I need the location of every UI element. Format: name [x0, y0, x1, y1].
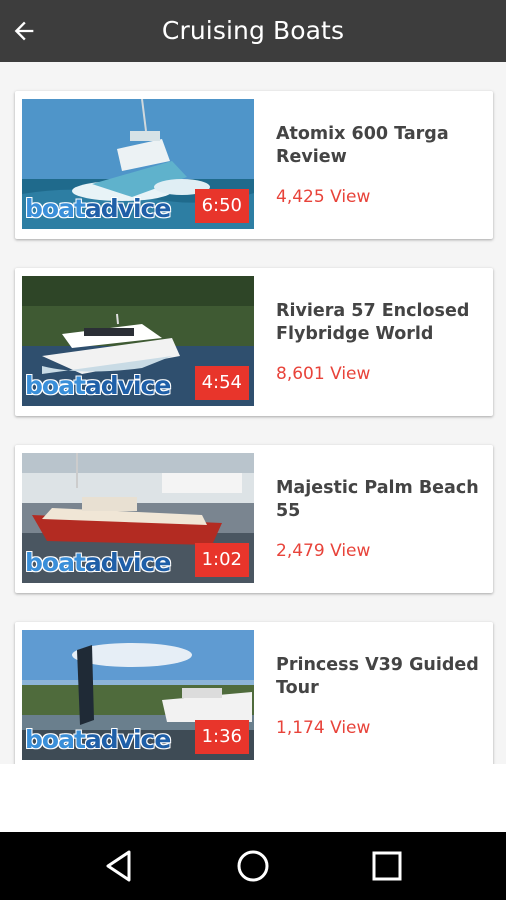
brand-watermark: boatadvice — [25, 548, 171, 577]
duration-badge: 4:54 — [194, 366, 249, 400]
video-title: Princess V39 Guided Tour — [276, 655, 479, 698]
view-count: 2,479 View — [276, 541, 371, 561]
view-count: 1,174 View — [276, 718, 371, 738]
video-card[interactable]: boatadvice 1:36 Princess V39 Guided Tour… — [15, 622, 493, 764]
video-thumbnail: boatadvice 1:36 — [22, 630, 254, 760]
nav-back-button[interactable] — [99, 846, 139, 886]
triangle-back-icon — [106, 850, 131, 882]
video-thumbnail: boatadvice 6:50 — [22, 99, 254, 229]
video-title: Riviera 57 Enclosed Flybridge World Debu — [276, 301, 470, 344]
duration-badge: 1:02 — [194, 543, 249, 577]
brand-watermark: boatadvice — [25, 194, 171, 223]
video-card[interactable]: boatadvice 6:50 Atomix 600 Targa Review … — [15, 91, 493, 239]
app-bar: Cruising Boats — [0, 0, 506, 62]
circle-home-icon — [237, 850, 269, 882]
view-count: 8,601 View — [276, 364, 371, 384]
duration-badge: 1:36 — [194, 720, 249, 754]
view-count: 4,425 View — [276, 187, 371, 207]
video-title: Majestic Palm Beach 55 — [276, 478, 479, 521]
duration-badge: 6:50 — [194, 189, 249, 223]
video-title: Atomix 600 Targa Review — [276, 124, 449, 167]
page-title: Cruising Boats — [161, 16, 345, 45]
system-nav-bar — [0, 832, 506, 900]
video-list[interactable]: boatadvice 6:50 Atomix 600 Targa Review … — [0, 62, 506, 764]
video-thumbnail: boatadvice 1:02 — [22, 453, 254, 583]
video-card[interactable]: boatadvice 4:54 Riviera 57 Enclosed Flyb… — [15, 268, 493, 416]
brand-watermark: boatadvice — [25, 371, 171, 400]
nav-recents-button[interactable] — [367, 846, 407, 886]
square-recents-icon — [372, 851, 402, 881]
brand-watermark: boatadvice — [25, 725, 171, 754]
video-card[interactable]: boatadvice 1:02 Majestic Palm Beach 55 2… — [15, 445, 493, 593]
video-thumbnail: boatadvice 4:54 — [22, 276, 254, 406]
nav-home-button[interactable] — [233, 846, 273, 886]
